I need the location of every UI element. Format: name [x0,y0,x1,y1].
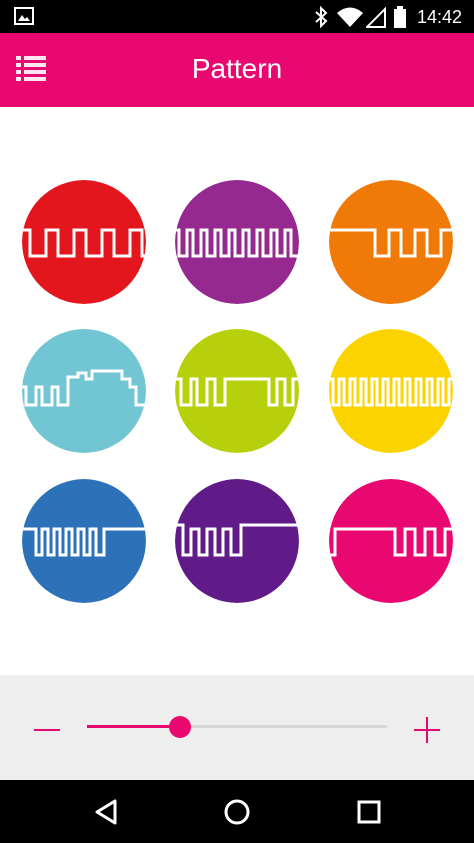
pattern-lime[interactable] [175,329,299,453]
recents-icon[interactable] [352,795,386,829]
pattern-yellow[interactable] [329,329,453,453]
slider-thumb[interactable] [169,716,191,738]
pattern-grid [0,107,474,675]
pattern-blue[interactable] [22,479,146,603]
image-icon [14,7,34,25]
home-icon[interactable] [220,795,254,829]
signal-icon [366,6,386,28]
wifi-icon [337,7,363,27]
square-wave-icon [22,180,146,304]
pattern-orange[interactable] [329,180,453,304]
square-wave-icon [22,329,146,453]
pattern-light-blue[interactable] [22,329,146,453]
speed-control [0,675,474,780]
page-title: Pattern [191,53,283,84]
square-wave-icon [175,329,299,453]
pattern-pink[interactable] [329,479,453,603]
plus-icon[interactable] [410,713,444,747]
status-bar: 14:42 [0,0,474,33]
slider-fill [87,725,180,728]
minus-icon[interactable] [30,713,64,747]
pattern-purple[interactable] [175,180,299,304]
back-icon[interactable] [89,795,123,829]
square-wave-icon [175,479,299,603]
square-wave-icon [329,329,453,453]
app-bar: Pattern [0,33,474,107]
square-wave-icon [329,180,453,304]
square-wave-icon [175,180,299,304]
square-wave-icon [329,479,453,603]
battery-icon [394,6,406,28]
navigation-bar [0,780,474,843]
square-wave-icon [22,479,146,603]
status-time: 14:42 [416,7,462,27]
pattern-red[interactable] [22,180,146,304]
pattern-dark-purple[interactable] [175,479,299,603]
bluetooth-icon [315,6,328,28]
speed-slider[interactable] [87,715,387,739]
